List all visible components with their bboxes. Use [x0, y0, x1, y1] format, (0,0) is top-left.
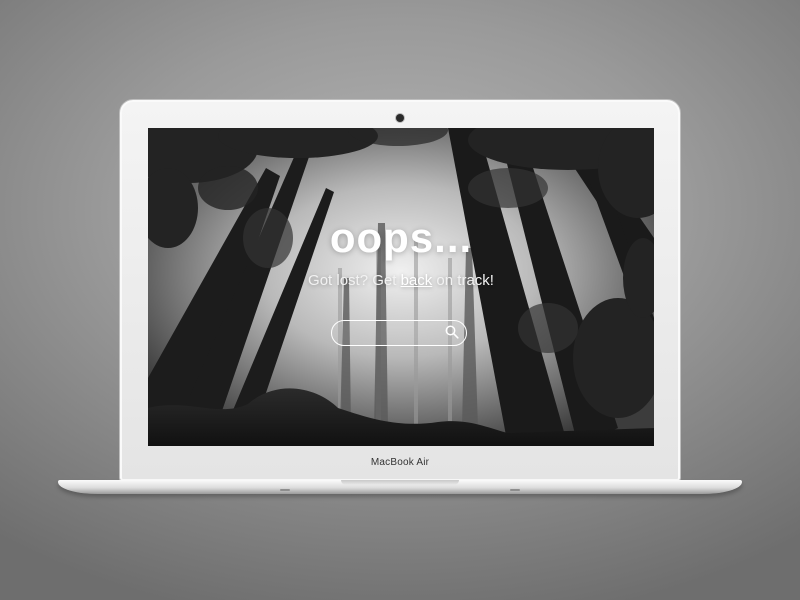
- search-box[interactable]: [331, 320, 467, 346]
- device-brand-label: MacBook Air: [370, 457, 430, 468]
- search-icon[interactable]: [445, 325, 459, 344]
- laptop-foot-left: [280, 489, 290, 491]
- subtitle-text-before: Got lost? Get: [308, 272, 401, 289]
- laptop-lid: oops... Got lost? Get back on track! Mac…: [119, 99, 681, 482]
- error-title: oops...: [329, 214, 473, 261]
- lid-opening-notch: [341, 480, 459, 485]
- back-link[interactable]: back: [401, 272, 433, 289]
- error-subtitle: Got lost? Get back on track!: [148, 272, 654, 289]
- screen: oops... Got lost? Get back on track!: [148, 128, 654, 446]
- laptop-base: [58, 480, 742, 494]
- search-input[interactable]: [342, 323, 442, 343]
- subtitle-text-after: on track!: [432, 272, 494, 289]
- laptop-foot-right: [510, 489, 520, 491]
- camera-icon: [396, 114, 404, 122]
